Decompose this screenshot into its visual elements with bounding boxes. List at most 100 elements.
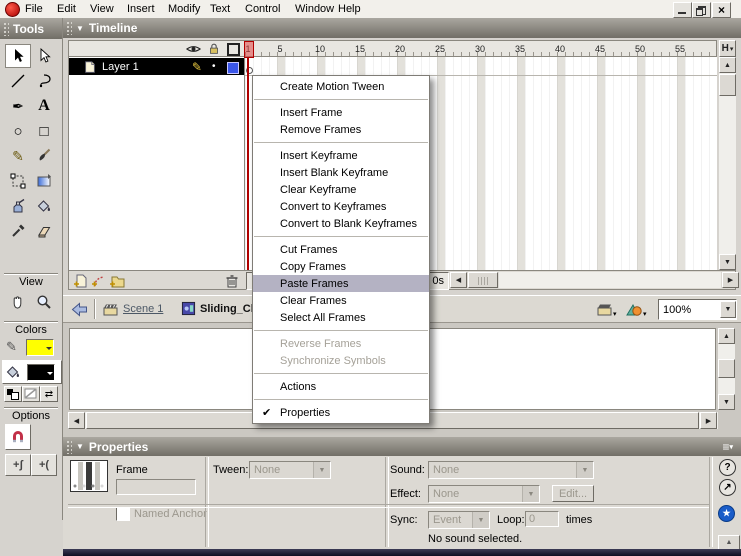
delete-layer-button[interactable]: [224, 273, 240, 289]
menu-edit[interactable]: Edit: [57, 3, 76, 15]
menu-item-create-motion-tween[interactable]: Create Motion Tween: [253, 78, 429, 95]
properties-panel-header[interactable]: ▼ Properties ≡ ▾: [63, 437, 741, 456]
menu-item-insert-keyframe[interactable]: Insert Keyframe: [253, 147, 429, 164]
eraser-tool-button[interactable]: [31, 219, 57, 243]
timeline-ruler[interactable]: 1 5 10 15 20 25 30 35 40 45 50 55: [244, 40, 717, 57]
combo-arrow-icon[interactable]: ▼: [472, 512, 489, 528]
no-color-button[interactable]: [22, 386, 40, 402]
accessibility-button[interactable]: ★: [718, 505, 735, 522]
pencil-tool-button[interactable]: ✎: [5, 144, 31, 168]
scroll-down-button[interactable]: ▼: [718, 394, 735, 410]
menu-window[interactable]: Window: [295, 3, 334, 15]
fill-color-row[interactable]: [2, 360, 62, 384]
vscroll-thumb[interactable]: [718, 359, 735, 378]
timeline-panel-header[interactable]: ▼ Timeline: [63, 18, 741, 38]
menu-item-actions[interactable]: Actions: [253, 378, 429, 395]
zoom-tool-button[interactable]: [31, 290, 57, 314]
frame-view-menu-button[interactable]: H ▾: [719, 40, 736, 57]
swap-colors-button[interactable]: ⇄: [40, 386, 58, 402]
show-hide-layers-icon[interactable]: [186, 43, 201, 55]
sound-select[interactable]: None ▼: [428, 461, 594, 479]
lasso-tool-button[interactable]: [31, 69, 57, 93]
frame-name-input[interactable]: [116, 479, 196, 495]
scroll-down-button[interactable]: ▼: [719, 254, 736, 270]
menu-item-paste-frames[interactable]: Paste Frames: [253, 275, 429, 292]
menu-item-convert-to-blank-keyframes[interactable]: Convert to Blank Keyframes: [253, 215, 429, 232]
hscroll-right-button[interactable]: ▶: [722, 272, 739, 288]
combo-arrow-icon[interactable]: ▼: [313, 462, 330, 478]
hscroll-left-button[interactable]: ◀: [450, 272, 467, 288]
hscroll-thumb[interactable]: [468, 272, 498, 288]
effect-select[interactable]: None ▼: [428, 485, 540, 503]
menu-file[interactable]: File: [25, 3, 43, 15]
menu-item-insert-blank-keyframe[interactable]: Insert Blank Keyframe: [253, 164, 429, 181]
vscroll-thumb[interactable]: [719, 74, 736, 96]
back-arrow-button[interactable]: [71, 302, 88, 317]
scroll-up-button[interactable]: ▲: [718, 328, 735, 344]
scroll-up-button[interactable]: ▲: [719, 57, 736, 73]
menu-item-clear-frames[interactable]: Clear Frames: [253, 292, 429, 309]
oval-tool-button[interactable]: ○: [5, 119, 31, 143]
menu-item-cut-frames[interactable]: Cut Frames: [253, 241, 429, 258]
add-motion-guide-button[interactable]: [91, 273, 107, 289]
ink-bottle-tool-button[interactable]: [5, 194, 31, 218]
menu-item-properties[interactable]: ✔ Properties: [253, 404, 429, 421]
hscroll-track[interactable]: [499, 272, 721, 288]
menu-text[interactable]: Text: [210, 3, 230, 15]
layer-outline-swatch[interactable]: [227, 62, 239, 74]
menu-item-remove-frames[interactable]: Remove Frames: [253, 121, 429, 138]
hand-tool-button[interactable]: [5, 290, 31, 314]
menu-item-select-all-frames[interactable]: Select All Frames: [253, 309, 429, 326]
snap-to-objects-button[interactable]: [5, 424, 31, 450]
eyedropper-tool-button[interactable]: [5, 219, 31, 243]
stage-vscrollbar[interactable]: ▲ ▼: [718, 328, 735, 410]
sync-select[interactable]: Event ▼: [428, 511, 490, 529]
arrow-tool-button[interactable]: [5, 44, 31, 68]
menu-insert[interactable]: Insert: [127, 3, 155, 15]
edit-sound-button[interactable]: Edit...: [552, 485, 594, 502]
layer-visible-dot[interactable]: •: [212, 61, 216, 72]
menu-item-convert-to-keyframes[interactable]: Convert to Keyframes: [253, 198, 429, 215]
zoom-value[interactable]: 100%: [659, 304, 720, 316]
straighten-button[interactable]: +(: [31, 454, 57, 476]
default-colors-button[interactable]: [4, 386, 22, 402]
minimize-button[interactable]: [673, 2, 692, 18]
playhead-marker[interactable]: [244, 41, 254, 58]
menu-modify[interactable]: Modify: [168, 3, 200, 15]
menu-item-insert-frame[interactable]: Insert Frame: [253, 104, 429, 121]
menu-item-clear-keyframe[interactable]: Clear Keyframe: [253, 181, 429, 198]
named-anchor-checkbox[interactable]: [116, 507, 130, 521]
rectangle-tool-button[interactable]: □: [31, 119, 57, 143]
edit-symbols-button[interactable]: ▾: [625, 300, 651, 319]
brush-tool-button[interactable]: [31, 144, 57, 168]
loop-input[interactable]: [525, 511, 559, 527]
help-button[interactable]: ?: [719, 459, 736, 476]
lock-layers-icon[interactable]: [207, 42, 221, 56]
zoom-dropdown-button[interactable]: ▼: [720, 301, 736, 318]
fill-transform-tool-button[interactable]: [31, 169, 57, 193]
insert-layer-button[interactable]: [73, 273, 89, 289]
pen-tool-button[interactable]: ✒: [5, 94, 31, 118]
insert-layer-folder-button[interactable]: [109, 273, 126, 289]
menu-item-copy-frames[interactable]: Copy Frames: [253, 258, 429, 275]
combo-arrow-icon[interactable]: ▼: [576, 462, 593, 478]
menu-help[interactable]: Help: [338, 3, 361, 15]
panel-menu-button[interactable]: ≡ ▾: [722, 440, 733, 454]
free-transform-tool-button[interactable]: [5, 169, 31, 193]
text-tool-button[interactable]: A: [31, 94, 57, 118]
collapse-triangle-icon[interactable]: ▼: [76, 24, 84, 33]
subselection-tool-button[interactable]: [31, 44, 57, 68]
hscroll-right-button[interactable]: ▶: [700, 412, 717, 429]
launch-panel-button[interactable]: ↗: [719, 479, 736, 496]
line-tool-button[interactable]: [5, 69, 31, 93]
tween-select[interactable]: None ▼: [249, 461, 331, 479]
timeline-vscrollbar[interactable]: ▲ ▼: [719, 57, 736, 270]
collapse-panel-button[interactable]: ▲: [718, 535, 740, 550]
combo-arrow-icon[interactable]: ▼: [522, 486, 539, 502]
paint-bucket-tool-button[interactable]: [31, 194, 57, 218]
tools-panel-header[interactable]: Tools: [0, 18, 62, 39]
hscroll-left-button[interactable]: ◀: [68, 412, 85, 429]
collapse-triangle-icon[interactable]: ▼: [76, 442, 84, 451]
scene-breadcrumb-link[interactable]: Scene 1: [123, 303, 163, 315]
smooth-button[interactable]: +ʃ: [5, 454, 31, 476]
